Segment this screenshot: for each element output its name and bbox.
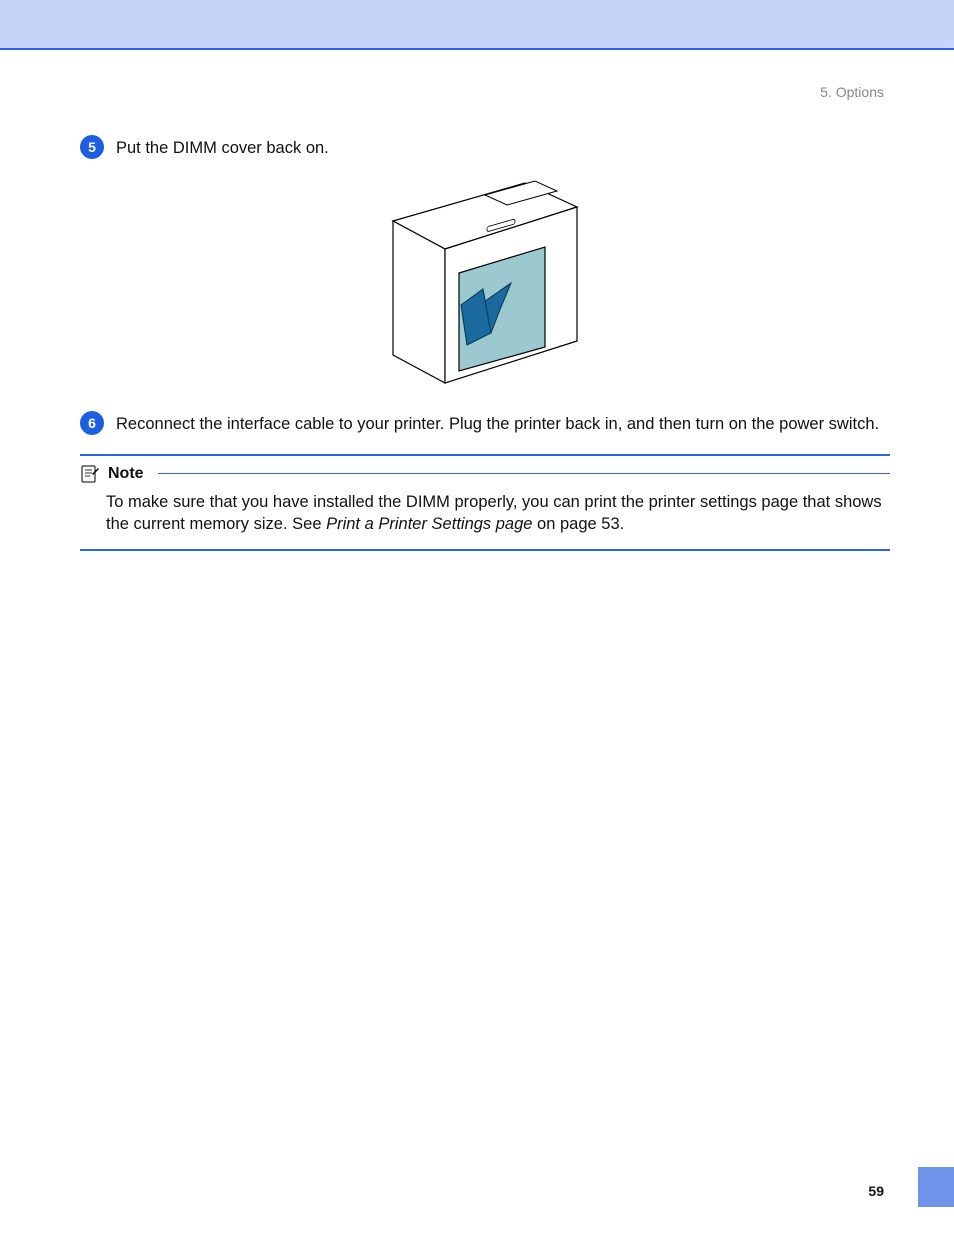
step-text: Put the DIMM cover back on. (116, 135, 329, 159)
breadcrumb: 5. Options (820, 84, 884, 100)
note-text-after: on page 53. (532, 515, 624, 533)
step-6: 6 Reconnect the interface cable to your … (80, 411, 890, 435)
note-link[interactable]: Print a Printer Settings page (326, 515, 532, 533)
step-5: 5 Put the DIMM cover back on. (80, 135, 890, 159)
note-header-rule (158, 473, 890, 474)
printer-illustration (375, 177, 595, 387)
step-text: Reconnect the interface cable to your pr… (116, 411, 879, 435)
diagram-dimm-cover (80, 177, 890, 387)
note-text: To make sure that you have installed the… (80, 491, 890, 536)
header-rule (0, 48, 954, 50)
note-label: Note (108, 465, 144, 483)
page-content: 5 Put the DIMM cover back on. 6 Reconnec… (80, 135, 890, 551)
note-block: Note To make sure that you have installe… (80, 454, 890, 552)
page-number: 59 (868, 1183, 884, 1199)
footer-tab (918, 1167, 954, 1207)
note-header: Note (80, 456, 890, 490)
note-icon (80, 464, 100, 484)
step-number-badge: 6 (80, 411, 104, 435)
step-number-badge: 5 (80, 135, 104, 159)
header-band (0, 0, 954, 48)
